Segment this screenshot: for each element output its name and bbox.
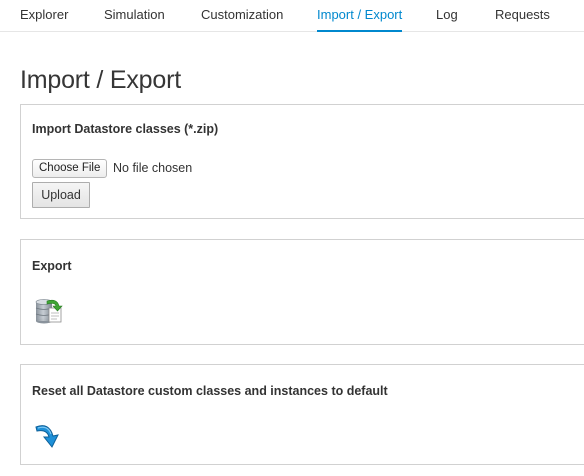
tab-log[interactable]: Log [436,0,458,32]
reset-arrow-icon[interactable] [33,421,65,456]
tab-requests[interactable]: Requests [495,0,550,32]
nav-tabs: Explorer Simulation Customization Import… [0,0,584,32]
import-panel: Import Datastore classes (*.zip) Choose … [20,104,584,219]
page-title: Import / Export [20,66,181,94]
import-panel-heading: Import Datastore classes (*.zip) [32,122,219,136]
database-export-icon[interactable] [33,296,67,329]
export-panel-heading: Export [32,259,72,273]
tab-simulation[interactable]: Simulation [104,0,165,32]
tab-customization[interactable]: Customization [201,0,283,32]
export-panel: Export [20,239,584,345]
file-status-text: No file chosen [113,161,193,175]
tab-import-export[interactable]: Import / Export [317,0,403,32]
choose-file-button[interactable]: Choose File [32,159,108,178]
tab-explorer[interactable]: Explorer [20,0,68,32]
upload-button[interactable]: Upload [32,182,90,208]
reset-panel-heading: Reset all Datastore custom classes and i… [32,384,388,398]
reset-panel: Reset all Datastore custom classes and i… [20,364,584,465]
